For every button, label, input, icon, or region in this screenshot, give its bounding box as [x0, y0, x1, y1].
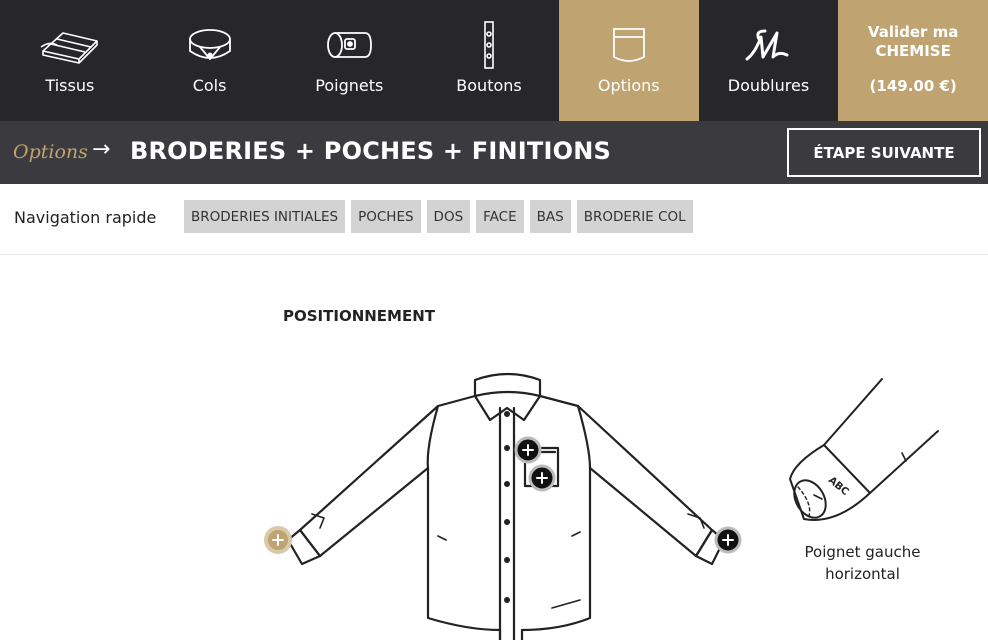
validate-label-line1: Valider ma	[867, 23, 959, 41]
shirt-right-sleeve-top	[538, 394, 714, 558]
chip-broderie-col[interactable]: BRODERIE COL	[576, 200, 693, 233]
chip-dos[interactable]: DOS	[426, 200, 471, 233]
nav-item-label: Poignets	[315, 76, 384, 95]
quick-nav-label: Navigation rapide	[14, 208, 157, 227]
nav-item-poignets[interactable]: Poignets	[279, 0, 419, 121]
shirt-left-side	[426, 466, 502, 640]
breadcrumb[interactable]: Options	[13, 141, 88, 163]
buttons-icon	[419, 16, 559, 74]
validate-shirt-button[interactable]: Valider ma CHEMISE (149.00 €)	[838, 0, 988, 121]
chip-poches[interactable]: POCHES	[351, 200, 421, 233]
cuff-detail-illustration: ABC	[789, 378, 939, 521]
chip-face[interactable]: FACE	[476, 200, 524, 233]
position-button-left-cuff[interactable]	[264, 526, 292, 554]
cuff-opening	[793, 479, 827, 519]
shirt-collar	[473, 372, 542, 398]
cuff-icon	[279, 16, 419, 74]
position-button-right-cuff[interactable]	[714, 526, 742, 554]
collar-icon	[140, 16, 280, 74]
validate-price: (149.00 €)	[869, 77, 957, 95]
shirt-left-underarm	[318, 466, 430, 558]
top-navigation: Tissus Cols Poignets Boutons Options Dou…	[0, 0, 988, 121]
shirt-illustration	[264, 372, 742, 640]
nav-item-cols[interactable]: Cols	[140, 0, 280, 121]
shirt-buttons	[504, 411, 510, 603]
page-title: BRODERIES + POCHES + FINITIONS	[130, 137, 612, 165]
cuff-embroidery-text: ABC	[826, 475, 850, 498]
cuff-position-caption: Poignet gauche horizontal	[790, 541, 935, 585]
shirt-right-side	[520, 466, 592, 640]
caption-line-1: Poignet gauche	[804, 543, 921, 561]
cuff-sleeve-line-bottom	[869, 430, 939, 494]
nav-item-label: Boutons	[456, 76, 522, 95]
shirt-left-cuff	[286, 528, 322, 566]
caption-line-2: horizontal	[825, 565, 900, 583]
monogram-m-icon	[699, 16, 839, 74]
quick-nav-chips: BRODERIES INITIALES POCHES DOS FACE BAS …	[184, 200, 693, 233]
pocket-icon	[559, 16, 699, 74]
nav-item-label: Doublures	[727, 76, 810, 95]
validate-label-line2: CHEMISE	[875, 42, 951, 60]
shirt-left-sleeve-top	[298, 394, 477, 558]
nav-item-label: Tissus	[45, 76, 95, 95]
position-button-chest-upper[interactable]	[514, 436, 542, 464]
next-step-button[interactable]: ÉTAPE SUIVANTE	[787, 128, 981, 177]
arrow-right-icon: →	[92, 137, 111, 162]
nav-item-doublures[interactable]: Doublures	[699, 0, 839, 121]
nav-item-options[interactable]: Options	[558, 0, 699, 121]
fabric-icon	[0, 16, 140, 74]
nav-item-label: Cols	[192, 76, 227, 95]
chip-broderies-initiales[interactable]: BRODERIES INITIALES	[184, 200, 346, 233]
shirt-right-underarm	[588, 466, 698, 558]
step-title-bar: Options → BRODERIES + POCHES + FINITIONS…	[0, 121, 988, 184]
chip-bas[interactable]: BAS	[529, 200, 571, 233]
quick-navigation: Navigation rapide BRODERIES INITIALES PO…	[0, 184, 988, 255]
nav-item-label: Options	[597, 76, 660, 95]
position-button-pocket[interactable]	[528, 464, 556, 492]
nav-item-boutons[interactable]: Boutons	[419, 0, 559, 121]
cuff-sleeve-line-top	[823, 378, 883, 446]
section-title: POSITIONNEMENT	[283, 307, 436, 325]
nav-item-tissus[interactable]: Tissus	[0, 0, 140, 121]
